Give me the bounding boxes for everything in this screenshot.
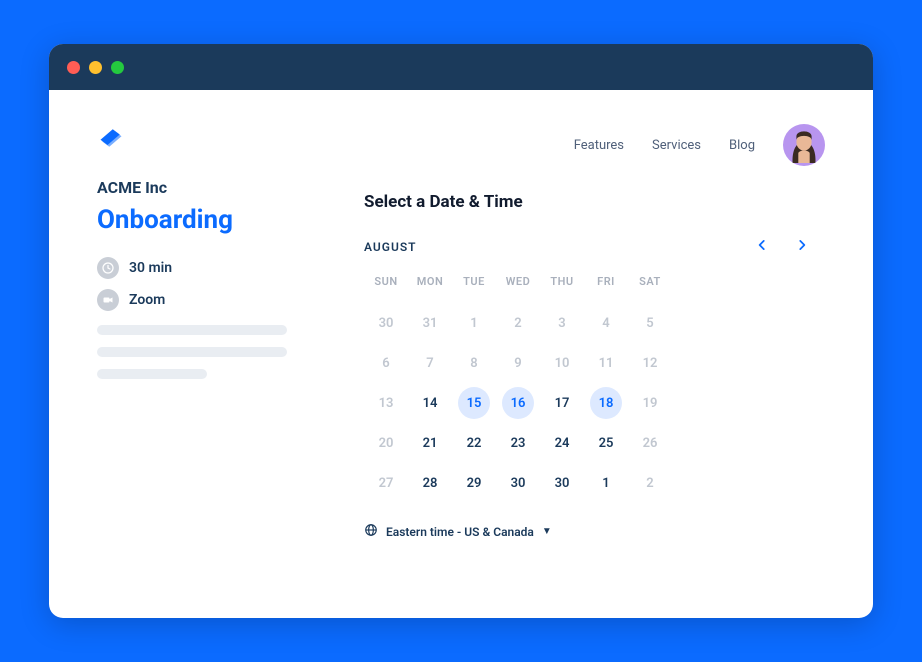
prev-month-button[interactable]	[755, 236, 769, 257]
calendar-day[interactable]: 16	[496, 383, 540, 423]
month-label: AUGUST	[364, 240, 417, 254]
calendar-day: 10	[540, 343, 584, 383]
calendar-dow: FRI	[584, 275, 628, 303]
calendar-day[interactable]: 30	[540, 463, 584, 503]
duration-row: 30 min	[97, 257, 322, 279]
calendar-day: 20	[364, 423, 408, 463]
window-close-button[interactable]	[67, 61, 80, 74]
calendar-dow: MON	[408, 275, 452, 303]
calendar-day: 2	[628, 463, 672, 503]
calendar-dow: TUE	[452, 275, 496, 303]
calendar-day[interactable]: 15	[452, 383, 496, 423]
calendar-day[interactable]: 17	[540, 383, 584, 423]
calendar-day: 30	[364, 303, 408, 343]
calendar-dow: SUN	[364, 275, 408, 303]
browser-window: ACME Inc Onboarding 30 min Zoom	[49, 44, 873, 618]
calendar-day: 5	[628, 303, 672, 343]
clock-icon	[97, 257, 119, 279]
calendar-day[interactable]: 24	[540, 423, 584, 463]
event-title: Onboarding	[97, 205, 322, 235]
calendar-day[interactable]: 30	[496, 463, 540, 503]
right-panel: Features Services Blog Select a Date & T…	[364, 124, 825, 540]
nav-services[interactable]: Services	[652, 138, 701, 153]
placeholder-line	[97, 369, 207, 379]
calendar-day: 13	[364, 383, 408, 423]
calendar-day[interactable]: 22	[452, 423, 496, 463]
calendar-day: 12	[628, 343, 672, 383]
timezone-selector[interactable]: Eastern time - US & Canada ▼	[364, 523, 825, 540]
calendar-day[interactable]: 25	[584, 423, 628, 463]
calendar-day: 4	[584, 303, 628, 343]
calendar-dow: SAT	[628, 275, 672, 303]
calendar-day[interactable]: 14	[408, 383, 452, 423]
calendar-day[interactable]: 21	[408, 423, 452, 463]
calendar-day: 2	[496, 303, 540, 343]
placeholder-line	[97, 347, 287, 357]
video-icon	[97, 289, 119, 311]
logo-icon	[97, 124, 125, 152]
top-nav: Features Services Blog	[364, 124, 825, 166]
placeholder-line	[97, 325, 287, 335]
calendar-day[interactable]: 18	[584, 383, 628, 423]
calendar-day: 27	[364, 463, 408, 503]
calendar-day[interactable]: 28	[408, 463, 452, 503]
calendar-day: 6	[364, 343, 408, 383]
left-panel: ACME Inc Onboarding 30 min Zoom	[97, 124, 322, 540]
globe-icon	[364, 523, 378, 540]
nav-features[interactable]: Features	[574, 138, 624, 153]
calendar-day[interactable]: 23	[496, 423, 540, 463]
avatar[interactable]	[783, 124, 825, 166]
platform-row: Zoom	[97, 289, 322, 311]
calendar-day: 31	[408, 303, 452, 343]
timezone-label: Eastern time - US & Canada	[386, 525, 534, 539]
calendar-day: 9	[496, 343, 540, 383]
window-maximize-button[interactable]	[111, 61, 124, 74]
company-name: ACME Inc	[97, 178, 322, 197]
window-titlebar	[49, 44, 873, 90]
calendar-day: 1	[452, 303, 496, 343]
calendar-dow: WED	[496, 275, 540, 303]
nav-blog[interactable]: Blog	[729, 138, 755, 153]
window-minimize-button[interactable]	[89, 61, 102, 74]
section-heading: Select a Date & Time	[364, 192, 825, 212]
duration-label: 30 min	[129, 260, 172, 276]
chevron-down-icon: ▼	[542, 526, 552, 537]
calendar-grid: SUNMONTUEWEDTHUFRISAT3031123456789101112…	[364, 275, 825, 503]
calendar-day[interactable]: 1	[584, 463, 628, 503]
calendar-dow: THU	[540, 275, 584, 303]
calendar-day[interactable]: 29	[452, 463, 496, 503]
calendar-day: 3	[540, 303, 584, 343]
platform-label: Zoom	[129, 292, 165, 308]
calendar-day: 7	[408, 343, 452, 383]
page-content: ACME Inc Onboarding 30 min Zoom	[49, 90, 873, 570]
calendar-day: 11	[584, 343, 628, 383]
calendar-day: 8	[452, 343, 496, 383]
calendar-day: 19	[628, 383, 672, 423]
calendar-day: 26	[628, 423, 672, 463]
next-month-button[interactable]	[795, 236, 809, 257]
month-row: AUGUST	[364, 236, 825, 257]
